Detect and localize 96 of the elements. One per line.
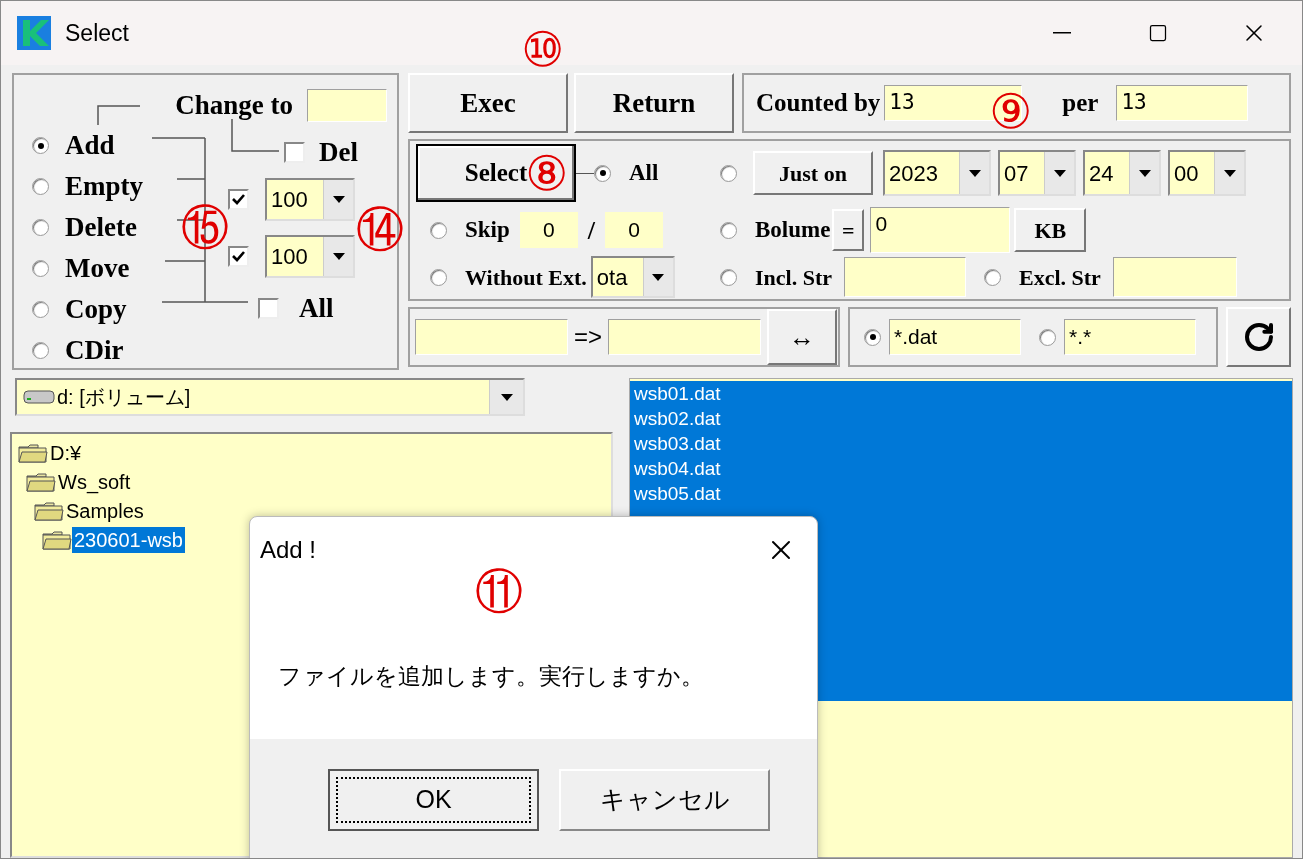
dropdown[interactable]: 2023 <box>883 150 991 196</box>
folder-label[interactable]: D:¥ <box>48 439 84 466</box>
radio-button[interactable] <box>720 268 737 286</box>
radio-button[interactable] <box>984 268 1001 286</box>
caret-icon <box>1138 169 1151 177</box>
dropdown[interactable]: 24 <box>1083 150 1161 196</box>
text-field[interactable] <box>1112 257 1237 297</box>
text-field[interactable] <box>608 319 762 355</box>
rename-arrow: => <box>574 322 603 352</box>
action-button[interactable]: Return <box>574 73 734 133</box>
radio-button[interactable] <box>1039 328 1056 346</box>
folder-icon <box>42 529 72 550</box>
text-field[interactable] <box>844 257 966 297</box>
maximize-icon <box>1148 23 1168 43</box>
app-logo-icon <box>17 16 51 50</box>
action-button[interactable]: Exec <box>408 73 568 133</box>
text-field[interactable]: 13 <box>1116 85 1249 121</box>
dropdown[interactable]: ota <box>590 256 675 298</box>
just-on-button[interactable]: Just on <box>753 151 873 195</box>
radio-button[interactable] <box>32 137 49 154</box>
checkmark-icon <box>232 251 245 262</box>
callout-number: ⑪ <box>475 567 523 615</box>
window-title: Select <box>65 18 129 48</box>
text-field[interactable]: *.* <box>1064 319 1196 355</box>
unit-button[interactable]: KB <box>1014 208 1087 252</box>
option-label: All <box>629 158 659 187</box>
radio-button[interactable] <box>32 178 49 195</box>
text-field[interactable]: 0 <box>519 212 578 248</box>
radio-button[interactable] <box>864 328 881 346</box>
option-label: Incl. Str <box>755 263 832 292</box>
option-label: All <box>299 291 334 325</box>
option-label: Del <box>319 135 358 169</box>
radio-button[interactable] <box>32 342 49 359</box>
option-label: Move <box>65 252 130 286</box>
dropdown[interactable]: 100 <box>265 178 355 221</box>
refresh-button[interactable] <box>1226 307 1291 367</box>
callout-number: ⑮ <box>181 203 229 251</box>
folder-label[interactable]: Ws_soft <box>56 468 133 495</box>
option-label: Bolume <box>755 215 831 244</box>
radio-button[interactable] <box>430 221 447 239</box>
radio-button[interactable] <box>32 219 49 236</box>
option-label: CDir <box>65 334 124 368</box>
caret-icon <box>1053 169 1066 177</box>
dialog-button[interactable]: キャンセル <box>559 769 770 831</box>
radio-button[interactable] <box>720 221 737 239</box>
text-field[interactable]: 0 <box>870 207 1011 253</box>
dropdown[interactable]: 07 <box>998 150 1076 196</box>
dialog-title: Add ! <box>260 535 317 565</box>
counted-by-label: Counted by <box>756 88 881 119</box>
radio-button[interactable] <box>594 164 611 182</box>
text-field[interactable] <box>415 319 568 355</box>
caret-icon <box>1223 169 1236 177</box>
dialog-button[interactable]: OK <box>328 769 539 831</box>
radio-button[interactable] <box>720 164 737 182</box>
caret-icon <box>332 253 345 260</box>
checkmark-icon <box>232 194 245 205</box>
slash-separator: / <box>587 214 595 247</box>
checkbox[interactable] <box>228 246 249 267</box>
dropdown[interactable]: 100 <box>265 235 355 278</box>
drive-dropdown[interactable]: d: [ボリューム] <box>15 378 525 416</box>
refresh-icon <box>1242 321 1275 353</box>
text-field[interactable]: 0 <box>605 212 663 248</box>
dialog-message: ファイルを追加します。実行しますか。 <box>278 661 704 691</box>
caret-icon <box>332 196 345 203</box>
caret-icon <box>500 393 513 401</box>
caret-icon <box>652 273 665 281</box>
caret-icon <box>968 169 981 177</box>
folder-label[interactable]: 230601-wsb <box>72 526 185 553</box>
radio-button[interactable] <box>32 301 49 318</box>
option-label: Skip <box>465 215 510 244</box>
checkbox[interactable] <box>258 297 279 319</box>
folder-label[interactable]: Samples <box>64 497 146 524</box>
folder-icon <box>34 500 64 521</box>
swap-button[interactable]: ↔ <box>767 309 838 365</box>
drive-icon <box>23 390 55 404</box>
dropdown[interactable]: 00 <box>1168 150 1246 196</box>
minimize-icon <box>1053 32 1071 34</box>
checkbox[interactable] <box>228 189 249 210</box>
callout-number: ⑭ <box>356 205 404 253</box>
option-label: Without Ext. <box>465 263 587 292</box>
operator-button[interactable]: = <box>832 209 865 251</box>
option-label: Empty <box>65 170 143 204</box>
folder-icon <box>26 471 56 492</box>
radio-button[interactable] <box>32 260 49 277</box>
text-field[interactable]: *.dat <box>889 319 1021 355</box>
per-label: per <box>1062 88 1099 119</box>
change-to-label: Change to <box>175 88 293 122</box>
radio-button[interactable] <box>430 268 447 286</box>
callout-number: ⑩ <box>521 25 565 73</box>
option-label: Add <box>65 129 115 163</box>
option-label: Delete <box>65 211 137 245</box>
checkbox[interactable] <box>284 141 305 163</box>
option-label: Copy <box>65 293 127 327</box>
option-label: Excl. Str <box>1019 263 1101 292</box>
folder-icon <box>18 442 48 463</box>
text-field[interactable] <box>307 88 387 122</box>
